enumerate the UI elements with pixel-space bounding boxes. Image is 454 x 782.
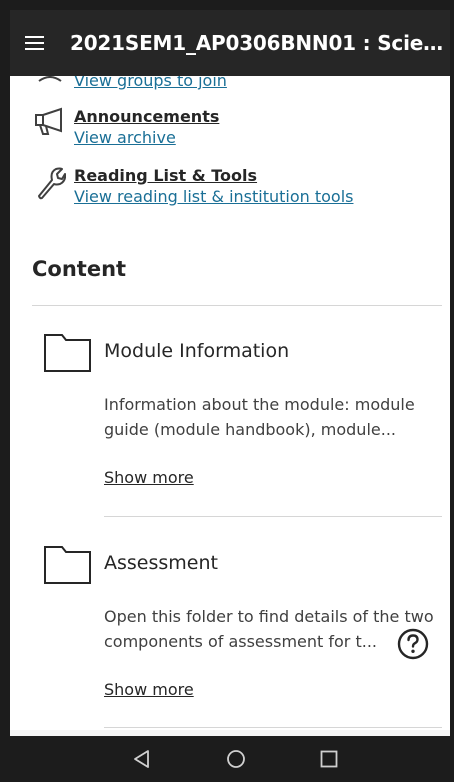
android-nav-bar bbox=[0, 736, 454, 782]
tool-row-announcements[interactable]: Announcements View archive bbox=[30, 107, 219, 149]
show-more-link[interactable]: Show more bbox=[104, 680, 194, 699]
item-divider bbox=[104, 516, 442, 517]
folder-icon bbox=[44, 546, 91, 584]
show-more-link[interactable]: Show more bbox=[104, 468, 194, 487]
folder-icon bbox=[44, 334, 91, 372]
item-title[interactable]: Module Information bbox=[104, 340, 289, 362]
view-archive-link[interactable]: View archive bbox=[74, 127, 219, 149]
home-circle-icon bbox=[227, 750, 245, 768]
hamburger-menu-icon bbox=[25, 36, 44, 50]
item-description: Open this folder to find details of the … bbox=[104, 607, 434, 651]
tool-row-reading-list[interactable]: Reading List & Tools View reading list &… bbox=[30, 166, 353, 208]
device-bezel-left bbox=[0, 0, 10, 782]
app-bar: 2021SEM1_AP0306BNN01 : Scient... bbox=[10, 10, 450, 76]
groups-icon bbox=[30, 76, 70, 110]
recents-square-icon bbox=[320, 750, 338, 768]
view-groups-link[interactable]: View groups to join bbox=[74, 76, 227, 92]
wrench-icon bbox=[30, 166, 70, 206]
announcements-title[interactable]: Announcements bbox=[74, 107, 219, 127]
menu-button[interactable] bbox=[10, 10, 60, 76]
item-description: Information about the module: module gui… bbox=[104, 395, 415, 439]
nav-back-button[interactable] bbox=[127, 744, 157, 774]
tool-row-groups[interactable]: View groups to join bbox=[30, 76, 227, 110]
nav-recents-button[interactable] bbox=[314, 744, 344, 774]
device-bezel-top bbox=[0, 0, 454, 10]
help-question-icon[interactable] bbox=[396, 627, 430, 661]
item-title[interactable]: Assessment bbox=[104, 552, 218, 574]
content-divider bbox=[32, 305, 442, 306]
back-triangle-icon bbox=[134, 750, 149, 768]
view-reading-list-link[interactable]: View reading list & institution tools bbox=[74, 186, 353, 208]
megaphone-icon bbox=[30, 107, 70, 147]
course-content-panel[interactable]: View groups to join Announcements View a… bbox=[10, 76, 450, 736]
item-divider bbox=[104, 727, 442, 728]
nav-home-button[interactable] bbox=[221, 744, 251, 774]
device-bezel-right bbox=[450, 0, 454, 782]
course-title: 2021SEM1_AP0306BNN01 : Scient... bbox=[70, 31, 450, 55]
reading-list-title[interactable]: Reading List & Tools bbox=[74, 166, 353, 186]
content-heading: Content bbox=[32, 257, 127, 281]
